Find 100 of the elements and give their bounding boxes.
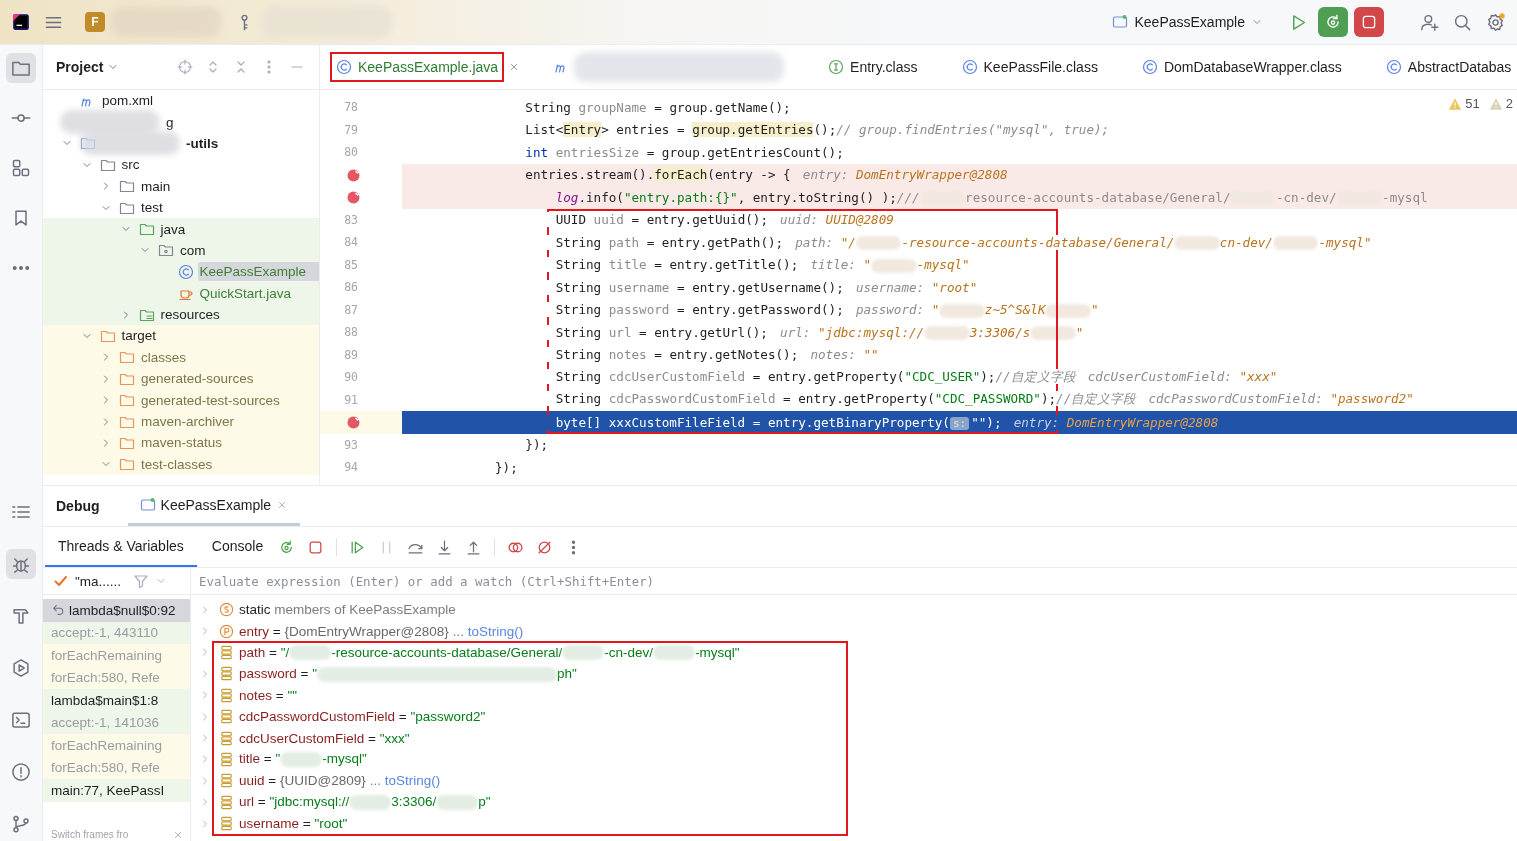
- stack-frame[interactable]: lambda$main$1:8: [43, 689, 190, 712]
- code-line: });: [494, 459, 518, 475]
- folder-icon: [99, 328, 116, 344]
- field-icon: [219, 687, 234, 703]
- line-number: 90: [344, 370, 358, 385]
- editor-tab[interactable]: DomDatabaseWrapper.class: [1135, 52, 1348, 82]
- project-panel-title[interactable]: Project: [56, 59, 104, 75]
- field-icon: [219, 666, 234, 682]
- code-line: String groupName = group.getName();: [524, 99, 791, 115]
- tree-item[interactable]: src: [119, 155, 142, 175]
- variable-value: entry = {DomEntryWrapper@2808}: [239, 623, 449, 639]
- frame-label[interactable]: lambda$main$1:8: [51, 692, 159, 708]
- folder-icon[interactable]: [6, 53, 36, 83]
- tostring-link[interactable]: ... toString(): [452, 623, 524, 639]
- line-number: 85: [344, 257, 358, 272]
- class-icon: [1141, 59, 1158, 75]
- editor-tab[interactable]: KeePassFile.class: [955, 52, 1104, 82]
- tree-item[interactable]: generated-sources: [139, 369, 256, 389]
- tree-item[interactable]: -utils: [184, 133, 221, 153]
- line-number: 80: [344, 145, 358, 160]
- code-line: int entriesSize = group.getEntriesCount();: [524, 144, 844, 160]
- debug-panel-title: Debug: [56, 498, 100, 514]
- variable-value: path = "/ -resource-accounts-database/General/ -cn-dev/ -mysql": [239, 644, 740, 661]
- tree-item[interactable]: generated-test-sources: [139, 390, 282, 410]
- search-icon[interactable]: [1453, 12, 1472, 32]
- tree-item[interactable]: com: [178, 240, 208, 260]
- line-number: 94: [344, 460, 358, 475]
- line-number: 88: [344, 325, 358, 340]
- code-line: String url = entry.getUrl(); url: "jdbc:mysql:// 3:3306/s ": [404, 324, 1084, 340]
- variable-value: static members of KeePassExample: [239, 602, 456, 618]
- field-icon: [219, 730, 234, 746]
- warning-count[interactable]: 51: [1465, 96, 1480, 111]
- class-icon: [177, 263, 194, 280]
- field-icon: [219, 773, 234, 789]
- code-line: log.info("entry.path:{}", entry.toString() );/// resource-accounts-database/General/ -cn-dev/ -mysql: [554, 189, 1428, 205]
- line-number: 83: [344, 212, 358, 227]
- tree-item[interactable]: QuickStart.java: [197, 283, 294, 303]
- breakpoint-icon[interactable]: [346, 189, 362, 206]
- tree-item[interactable]: target: [119, 326, 159, 346]
- tree-item[interactable]: resources: [158, 305, 222, 325]
- tree-item[interactable]: java: [158, 219, 188, 239]
- field-icon: [219, 816, 234, 832]
- tab-label[interactable]: KeePassExample.java: [358, 59, 499, 75]
- debugger-tab[interactable]: Threads & Variables: [45, 527, 197, 567]
- tree-item[interactable]: main: [139, 176, 173, 196]
- code-line: String title = entry.getTitle(); title: " -mysql": [404, 257, 970, 273]
- class-icon: [1385, 59, 1402, 75]
- add-user-icon[interactable]: [1420, 12, 1439, 32]
- tree-item[interactable]: g: [164, 112, 176, 132]
- field-icon: [219, 751, 234, 767]
- tab-label[interactable]: Entry.class: [850, 59, 918, 75]
- thread-selector[interactable]: "ma......: [75, 573, 122, 589]
- tree-item[interactable]: maven-status: [139, 433, 225, 453]
- stop-icon: [1360, 13, 1378, 31]
- stack-frame[interactable]: main:77, KeePassI: [43, 779, 190, 802]
- breakpoint-icon[interactable]: [346, 414, 362, 431]
- folder-icon: [138, 221, 155, 238]
- filter-icon[interactable]: [133, 573, 150, 589]
- tab-label[interactable]: DomDatabaseWrapper.class: [1163, 59, 1342, 75]
- code-line: });: [524, 437, 549, 453]
- frame-label[interactable]: main:77, KeePassI: [51, 782, 165, 798]
- debug-session-tab[interactable]: KeePassExample: [127, 486, 301, 526]
- folder-icon: [119, 456, 135, 473]
- variable-value: url = "jdbc:mysql:// 3:3306/ p": [239, 794, 491, 811]
- tree-item[interactable]: classes: [139, 347, 188, 367]
- app-logo-icon[interactable]: [12, 13, 30, 31]
- editor-tab[interactable]: AbstractDatabas: [1379, 52, 1517, 82]
- line-number: 93: [344, 437, 358, 452]
- return-arrow-icon: [51, 603, 65, 618]
- frame-label[interactable]: lambda$null$0:92: [69, 602, 176, 618]
- debug-button[interactable]: [1318, 7, 1348, 37]
- tree-item[interactable]: pom.xml: [100, 91, 155, 111]
- weak-warning-count[interactable]: 2: [1505, 96, 1513, 111]
- debugger-tab[interactable]: Console: [198, 527, 277, 567]
- window-icon: [139, 496, 156, 513]
- bug-icon[interactable]: [6, 549, 36, 579]
- line-number: 86: [344, 280, 358, 295]
- crosshair-icon[interactable]: [177, 59, 193, 75]
- variable-value: uuid = {UUID@2809}: [239, 773, 366, 789]
- folder-icon: [119, 349, 135, 366]
- tab-label[interactable]: AbstractDatabas: [1407, 59, 1512, 75]
- highlighted-tab[interactable]: KeePassExample.java: [330, 52, 505, 82]
- run-config-selector[interactable]: KeePassExample: [1108, 14, 1267, 30]
- line-number: 91: [344, 392, 358, 407]
- editor-tab[interactable]: Entry.class: [822, 52, 924, 82]
- static-icon: [219, 602, 234, 618]
- line-number: 84: [344, 235, 358, 250]
- warning-icon: [1448, 96, 1463, 111]
- stop-button[interactable]: [1354, 7, 1384, 37]
- window-icon: [1112, 14, 1129, 30]
- tab-label[interactable]: KeePassFile.class: [983, 59, 1098, 75]
- line-number: 87: [344, 302, 358, 317]
- tree-item[interactable]: maven-archiver: [139, 412, 237, 432]
- code-line: String username = entry.getUsername(); username: "root": [404, 279, 978, 295]
- stack-frame[interactable]: lambda$null$0:92: [43, 599, 190, 622]
- tree-item[interactable]: test: [139, 198, 165, 218]
- tree-item[interactable]: test-classes: [139, 454, 215, 474]
- settings-icon[interactable]: [1486, 12, 1505, 32]
- tostring-link[interactable]: ... toString(): [369, 773, 441, 789]
- breakpoint-icon[interactable]: [346, 166, 362, 183]
